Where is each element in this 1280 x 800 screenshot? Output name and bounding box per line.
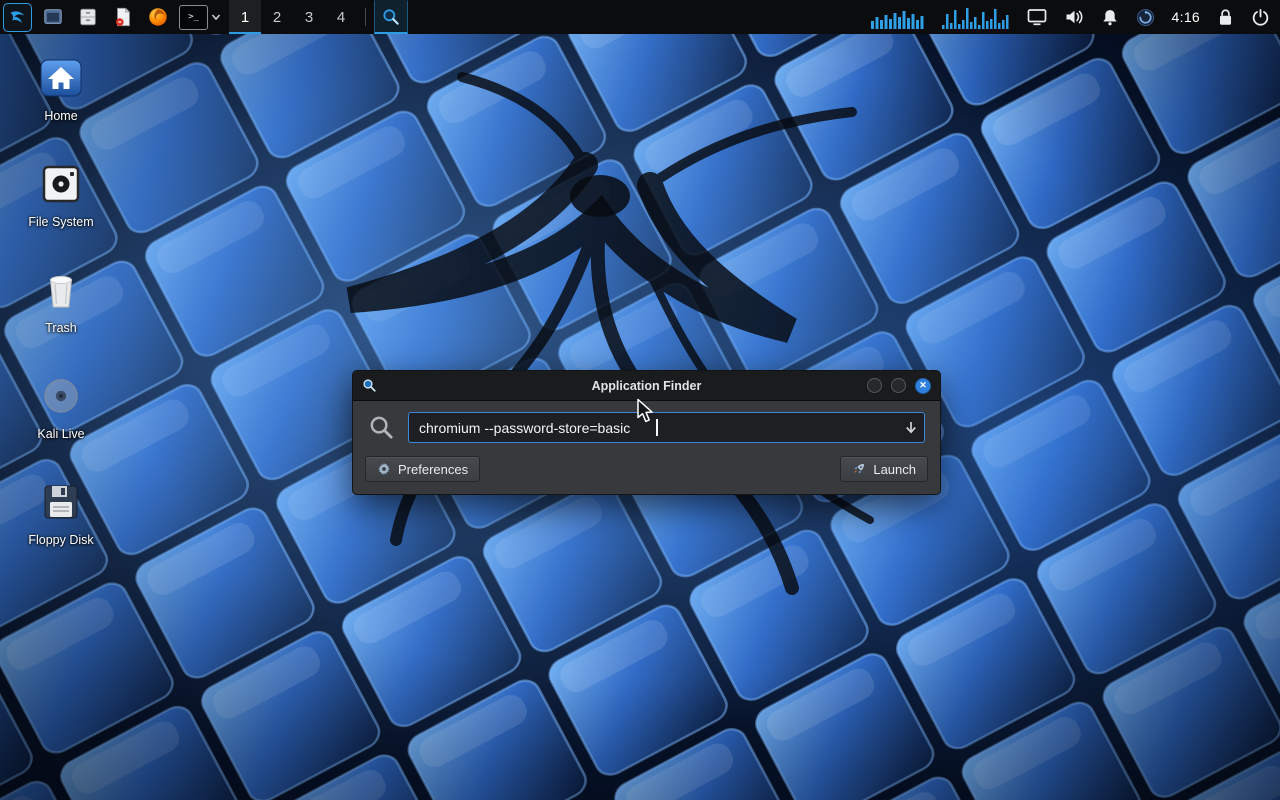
history-dropdown-button[interactable] (904, 420, 918, 435)
text-editor-launcher[interactable] (105, 0, 140, 34)
desktop-icon-file-system[interactable]: File System (18, 160, 104, 229)
window-titlebar[interactable]: Application Finder ✕ (353, 371, 940, 401)
panel-left-group: >_ 1 2 3 4 (0, 0, 408, 34)
power-icon (1251, 8, 1270, 27)
close-icon: ✕ (919, 381, 927, 390)
top-panel: >_ 1 2 3 4 (0, 0, 1280, 34)
command-input[interactable] (408, 412, 925, 443)
search-icon (368, 414, 395, 441)
panel-right-group: 4:16 (871, 0, 1280, 34)
file-manager-launcher[interactable] (70, 0, 105, 34)
desktop-icon-floppy-disk[interactable]: Floppy Disk (18, 478, 104, 547)
kali-logo-icon (3, 3, 32, 32)
screen-lock-button[interactable] (1217, 8, 1234, 27)
maximize-button[interactable] (891, 378, 906, 393)
desktop-icon-label: Kali Live (37, 427, 84, 441)
workspace-button-4[interactable]: 4 (325, 0, 357, 34)
lock-icon (1217, 8, 1234, 27)
workspace-button-3[interactable]: 3 (293, 0, 325, 34)
terminal-icon: >_ (179, 5, 208, 30)
workspace-button-2[interactable]: 2 (261, 0, 293, 34)
document-icon (112, 6, 134, 28)
launch-label: Launch (873, 462, 916, 477)
appfinder-window-icon (362, 378, 377, 393)
preferences-label: Preferences (398, 462, 468, 477)
trash-icon (37, 266, 85, 314)
display-icon (1027, 8, 1047, 26)
workspace-button-1[interactable]: 1 (229, 0, 261, 34)
gear-icon (377, 462, 391, 476)
optical-disc-icon (37, 372, 85, 420)
hard-disk-icon (37, 160, 85, 208)
terminal-launcher-dropdown[interactable]: >_ (179, 0, 221, 34)
preferences-button[interactable]: Preferences (365, 456, 480, 482)
panel-separator (365, 8, 366, 26)
cpu-graph-icon (871, 5, 925, 29)
desktop-icon-label: Floppy Disk (28, 533, 93, 547)
desktop-icon-trash[interactable]: Trash (18, 266, 104, 335)
search-icon (381, 7, 401, 27)
desktop-icon-label: File System (28, 215, 93, 229)
chevron-down-icon (211, 12, 221, 22)
close-button[interactable]: ✕ (915, 378, 931, 394)
application-finder-window: Application Finder ✕ (352, 370, 941, 495)
launch-button[interactable]: Launch (840, 456, 928, 482)
network-graph-widget[interactable] (942, 5, 1010, 29)
clock[interactable]: 4:16 (1172, 9, 1200, 25)
search-row (353, 401, 940, 449)
notifications-tray-button[interactable] (1101, 8, 1119, 27)
show-desktop-button[interactable] (35, 0, 70, 34)
text-caret (656, 419, 658, 436)
command-entry (408, 412, 925, 443)
logout-button[interactable] (1251, 8, 1270, 27)
cpu-graph-widget[interactable] (871, 5, 925, 29)
status-circle-icon (1136, 8, 1155, 27)
desktop-screen: >_ 1 2 3 4 (0, 0, 1280, 800)
desktop-icon-label: Trash (45, 321, 77, 335)
desktop-icon-column: Home File System Trash (18, 54, 104, 547)
window-title: Application Finder (353, 379, 940, 393)
firefox-icon (147, 6, 169, 28)
network-graph-icon (942, 5, 1010, 29)
file-cabinet-icon (77, 6, 99, 28)
desktop-icon-label: Home (44, 109, 77, 123)
window-icon (42, 6, 64, 28)
appfinder-task-button[interactable] (374, 0, 408, 34)
display-settings-tray-button[interactable] (1027, 8, 1047, 26)
minimize-button[interactable] (867, 378, 882, 393)
dialog-button-row: Preferences Launch (353, 449, 940, 494)
launch-icon (852, 462, 866, 476)
bell-icon (1101, 8, 1119, 27)
firefox-launcher[interactable] (140, 0, 175, 34)
home-icon (37, 54, 85, 102)
updates-tray-button[interactable] (1136, 8, 1155, 27)
applications-menu-button[interactable] (0, 0, 35, 34)
volume-tray-button[interactable] (1064, 8, 1084, 26)
arrow-down-icon (904, 420, 918, 435)
floppy-disk-icon (37, 478, 85, 526)
desktop-icon-home[interactable]: Home (18, 54, 104, 123)
speaker-icon (1064, 8, 1084, 26)
desktop-icon-kali-live[interactable]: Kali Live (18, 372, 104, 441)
